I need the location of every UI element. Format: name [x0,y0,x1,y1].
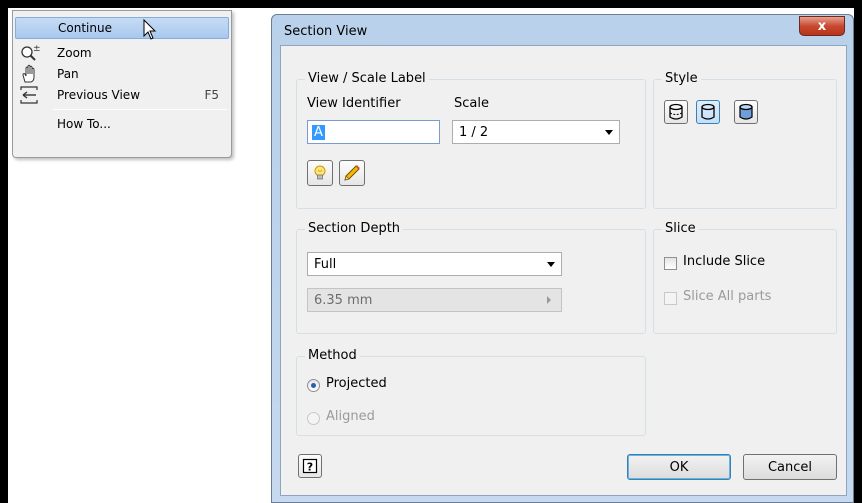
view-identifier-input[interactable]: A [307,120,440,144]
previous-view-icon [20,86,38,104]
toggle-label-visibility-button[interactable] [307,160,333,186]
close-button[interactable]: x [799,16,845,36]
edit-view-label-button[interactable] [339,160,365,186]
dialog-title: Section View [284,24,368,39]
hidden-lines-style-icon [669,103,683,120]
section-depth-distance-field: 6.35 mm [307,288,562,312]
menu-item-shortcut: F5 [204,88,219,102]
scale-label: Scale [454,96,489,111]
menu-item-label: Continue [58,21,112,35]
section-view-dialog: Section View x View / Scale Label View I… [271,14,854,503]
group-label: Method [305,348,360,363]
menu-item-label: Zoom [57,46,92,60]
method-group: Method Projected Aligned [296,348,646,436]
svg-text:?: ? [307,461,313,474]
style-shaded-button[interactable] [734,100,758,124]
dialog-body: View / Scale Label View Identifier Scale… [280,45,847,496]
menu-item-how-to[interactable]: How To... [15,113,229,135]
chevron-down-icon [547,262,555,267]
pan-hand-icon [22,64,35,83]
menu-item-label: Pan [57,67,79,81]
style-hidden-lines-button[interactable] [664,100,688,124]
mouse-cursor-icon [143,19,157,40]
section-depth-value: Full [314,256,337,272]
pencil-icon [344,165,360,181]
menu-item-label: Previous View [57,88,141,102]
group-label: Section Depth [305,221,404,236]
scale-value: 1 / 2 [459,124,489,140]
projected-label: Projected [326,376,387,391]
projected-radio[interactable] [307,379,320,392]
slice-group: Slice Include Slice Slice All parts [653,221,837,334]
context-menu: Continue ± Zoom Pan Previous View F5 How… [12,10,232,158]
ok-button-label: OK [669,459,689,475]
svg-text:±: ± [33,44,41,54]
group-label: Slice [662,221,699,236]
lightbulb-icon [314,165,326,180]
aligned-label: Aligned [326,409,375,424]
section-depth-dropdown[interactable]: Full [307,252,562,276]
view-scale-group: View / Scale Label View Identifier Scale… [296,71,646,209]
style-hidden-lines-removed-button[interactable] [696,100,720,124]
help-button[interactable]: ? [298,454,322,478]
group-label: View / Scale Label [305,71,429,86]
menu-item-label: How To... [57,117,111,131]
section-depth-group: Section Depth Full 6.35 mm [296,221,646,334]
hidden-lines-removed-style-icon [701,103,715,120]
section-depth-distance-value: 6.35 mm [314,292,373,308]
chevron-right-icon [547,296,551,304]
group-label: Style [662,71,701,86]
ok-button[interactable]: OK [627,454,731,480]
help-icon: ? [302,458,318,474]
view-identifier-value: A [312,124,325,140]
zoom-icon: ± [21,44,41,61]
slice-all-parts-checkbox [664,292,677,305]
view-identifier-label: View Identifier [307,96,401,111]
include-slice-checkbox[interactable] [664,257,677,270]
menu-item-pan[interactable]: Pan [15,63,229,85]
include-slice-label: Include Slice [683,254,766,269]
close-icon: x [817,18,827,34]
cancel-button-label: Cancel [767,459,813,475]
chevron-down-icon [605,130,613,135]
menu-item-continue[interactable]: Continue [15,17,229,39]
style-group: Style [653,71,837,209]
shaded-style-icon [739,103,753,120]
menu-item-zoom[interactable]: ± Zoom [15,42,229,64]
menu-item-previous-view[interactable]: Previous View F5 [15,84,229,106]
cancel-button[interactable]: Cancel [743,454,837,480]
menu-separator [53,109,227,110]
aligned-radio [307,412,320,425]
slice-all-parts-label: Slice All parts [683,289,772,304]
scale-dropdown[interactable]: 1 / 2 [452,120,620,144]
